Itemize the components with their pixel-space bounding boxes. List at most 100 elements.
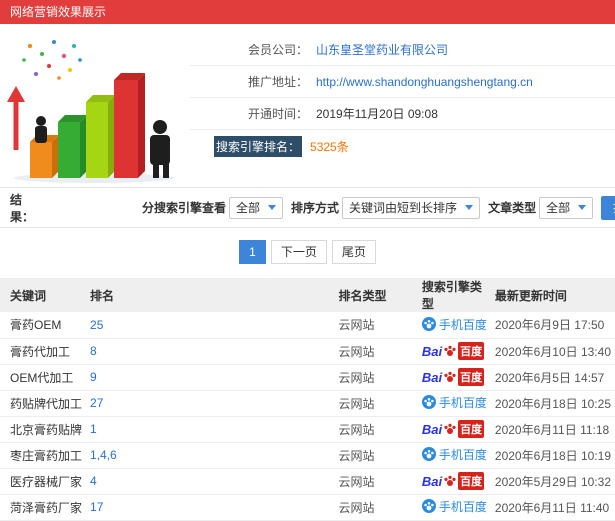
updated-cell: 2020年6月11日 11:40 <box>490 494 615 521</box>
company-link[interactable]: 山东皇圣堂药业有限公司 <box>316 41 448 58</box>
businessman-right <box>150 120 170 178</box>
info-section: 会员公司： 山东皇圣堂药业有限公司 推广地址： http://www.shand… <box>0 24 615 188</box>
engine-filter-value: 全部 <box>236 201 261 215</box>
baidu-logo-du: 百度 <box>458 420 485 438</box>
keyword-text: 菏泽膏药厂家 <box>10 500 83 515</box>
rank-cell: 1,4,6 <box>86 442 335 469</box>
rank-link[interactable]: 9 <box>90 370 97 384</box>
rank-link[interactable]: 1,4,6 <box>90 448 117 462</box>
engine-rank-label: 搜索引擎排名： <box>214 135 303 157</box>
updated-text: 2020年5月29日 10:32 <box>494 474 611 489</box>
keyword-text: 医疗器械厂家 <box>10 474 83 489</box>
growth-chart-illustration <box>0 24 190 187</box>
updated-cell: 2020年6月10日 13:40 <box>490 338 615 365</box>
engine-cell: 手机百度 Bai 百度 <box>417 338 491 365</box>
updated-text: 2020年6月11日 11:40 <box>494 500 610 515</box>
article-type-select[interactable]: 全部 <box>539 196 594 219</box>
rank-type-cell: 云网站 <box>334 312 418 339</box>
keyword-cell: 药贴牌代加工 <box>0 390 87 417</box>
rank-type-text: 云网站 <box>338 344 375 359</box>
article-type-label: 文章类型 <box>488 201 537 215</box>
company-row: 会员公司： 山东皇圣堂药业有限公司 <box>190 34 615 66</box>
engine-filter-label: 分搜索引擎查看 <box>142 201 227 215</box>
keyword-cell: 枣庄膏药加工 <box>0 442 87 469</box>
mobile-baidu-logo: 手机百度 <box>421 498 487 515</box>
promo-url-link[interactable]: http://www.shandonghuangshengtang.cn <box>316 75 533 89</box>
mobile-baidu-logo: 手机百度 <box>421 446 487 463</box>
article-type-value: 全部 <box>546 201 571 215</box>
open-time-value: 2019年11月20日 09:08 <box>316 107 438 121</box>
mobile-baidu-icon <box>421 317 436 331</box>
keyword-text: OEM代加工 <box>10 370 74 385</box>
engine-filter-select[interactable]: 全部 <box>229 196 284 219</box>
filter-bar: 结果： 分搜索引擎查看 全部 排序方式 关键词由短到长排序 文章类型 全部 提交 <box>0 188 615 228</box>
rank-type-cell: 云网站 <box>334 390 418 417</box>
rank-cell: 25 <box>86 312 335 339</box>
table-row: 膏药代加工 8 云网站 手机百度 Bai <box>0 338 615 365</box>
rank-cell: 8 <box>86 338 335 365</box>
mobile-baidu-icon <box>421 499 436 514</box>
bars <box>30 73 145 178</box>
baidu-logo-bai: Bai <box>421 421 443 437</box>
updated-text: 2020年6月9日 17:50 <box>494 318 605 333</box>
filter-group: 分搜索引擎查看 全部 排序方式 关键词由短到长排序 文章类型 全部 提交 <box>134 195 615 220</box>
engine-cell: 手机百度 Bai 百度 <box>417 468 491 495</box>
engine-cell: 手机百度 Bai 百度 <box>417 442 491 469</box>
rank-cell: 27 <box>86 390 335 417</box>
header-engine-type: 搜索引擎类型 <box>417 278 491 312</box>
baidu-logo: Bai 百度 <box>421 420 485 438</box>
updated-cell: 2020年6月18日 10:25 <box>490 390 615 417</box>
table-row: 膏药OEM 25 云网站 手机百度 Bai <box>0 312 615 339</box>
table-row: 菏泽膏药厂家 17 云网站 手机百度 Bai <box>0 494 615 521</box>
bar-chart-graphic <box>7 40 174 183</box>
member-info: 会员公司： 山东皇圣堂药业有限公司 推广地址： http://www.shand… <box>190 24 615 187</box>
next-page-button[interactable]: 下一页 <box>270 240 327 264</box>
updated-cell: 2020年6月9日 17:50 <box>490 312 615 339</box>
baidu-logo-du: 百度 <box>458 368 485 386</box>
table-row: 枣庄膏药加工 1,4,6 云网站 手机百度 Bai <box>0 442 615 469</box>
keyword-cell: 菏泽膏药厂家 <box>0 494 87 521</box>
rank-link[interactable]: 8 <box>90 344 97 358</box>
rank-link[interactable]: 17 <box>90 500 103 514</box>
rank-type-text: 云网站 <box>338 370 375 385</box>
mobile-baidu-icon <box>421 395 436 410</box>
results-table: 关键词 排名 排名类型 搜索引擎类型 最新更新时间 膏药OEM 25 云网站 手… <box>0 278 615 521</box>
page-button-current[interactable]: 1 <box>239 240 266 264</box>
rank-link[interactable]: 27 <box>90 396 103 410</box>
pagination: 1 下一页 尾页 <box>0 228 615 274</box>
engine-rank-count: 5325条 <box>310 139 349 154</box>
rank-type-cell: 云网站 <box>334 442 418 469</box>
engine-rank-row: 搜索引擎排名： 5325条 <box>190 130 615 162</box>
updated-cell: 2020年6月5日 14:57 <box>490 364 615 391</box>
last-page-button[interactable]: 尾页 <box>331 240 376 264</box>
keyword-text: 药贴牌代加工 <box>10 396 83 411</box>
table-row: 药贴牌代加工 27 云网站 手机百度 Bai <box>0 390 615 417</box>
engine-cell: 手机百度 Bai 百度 <box>417 390 491 417</box>
rank-link[interactable]: 4 <box>90 474 97 488</box>
engine-cell: 手机百度 Bai 百度 <box>417 494 491 521</box>
rank-cell: 1 <box>86 416 335 443</box>
rank-link[interactable]: 25 <box>90 318 103 332</box>
rank-type-text: 云网站 <box>338 500 375 515</box>
header-rank: 排名 <box>86 278 335 312</box>
open-time-row: 开通时间： 2019年11月20日 09:08 <box>190 98 615 130</box>
mobile-baidu-label: 手机百度 <box>438 447 487 462</box>
baidu-logo-bai: Bai <box>421 369 443 385</box>
updated-cell: 2020年6月18日 10:19 <box>490 442 615 469</box>
engine-cell: 手机百度 Bai 百度 <box>417 312 491 339</box>
results-table-head: 关键词 排名 排名类型 搜索引擎类型 最新更新时间 <box>0 278 615 312</box>
baidu-logo: Bai 百度 <box>421 472 485 490</box>
sort-filter-value: 关键词由短到长排序 <box>349 201 458 215</box>
submit-button[interactable]: 提交 <box>601 195 615 220</box>
mobile-baidu-label: 手机百度 <box>438 317 487 332</box>
sort-filter-select[interactable]: 关键词由短到长排序 <box>342 196 481 219</box>
mobile-baidu-logo: 手机百度 <box>421 394 487 411</box>
baidu-logo-bai: Bai <box>421 473 443 489</box>
header-keyword: 关键词 <box>0 278 87 312</box>
rank-link[interactable]: 1 <box>90 422 97 436</box>
mobile-baidu-label: 手机百度 <box>438 499 487 514</box>
mobile-baidu-label: 手机百度 <box>438 395 487 410</box>
rank-cell: 9 <box>86 364 335 391</box>
updated-text: 2020年6月5日 14:57 <box>494 370 605 385</box>
updated-cell: 2020年6月11日 11:18 <box>490 416 615 443</box>
